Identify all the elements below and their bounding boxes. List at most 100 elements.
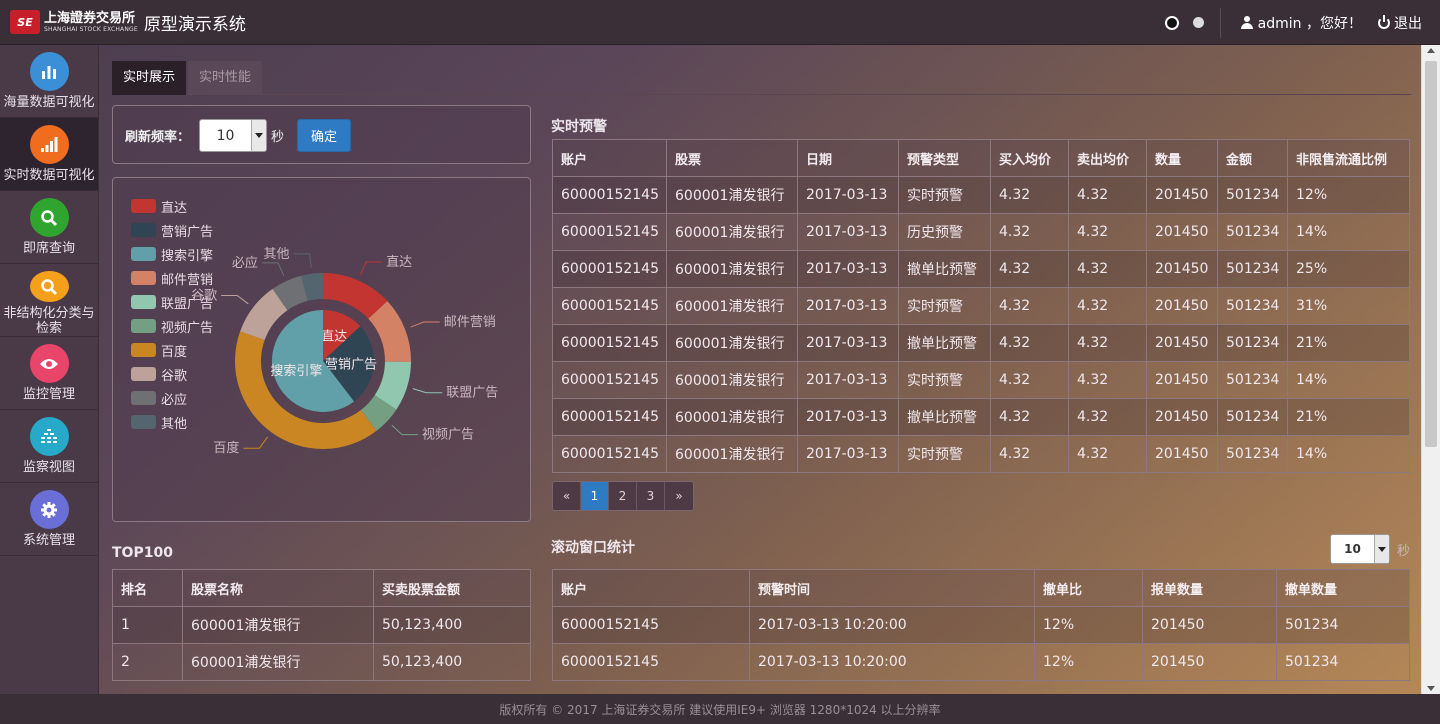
- column-header[interactable]: 账户: [552, 139, 667, 177]
- table-cell: 60000152145: [552, 176, 667, 214]
- table-row[interactable]: 60000152145 600001浦发银行 2017-03-13 实时预警 4.32 4…: [552, 435, 1410, 473]
- table-cell: 4.32: [990, 213, 1069, 251]
- refresh-rate-select[interactable]: 10: [199, 119, 267, 152]
- sidebar-item-label: 即席查询: [22, 241, 75, 256]
- user-icon: [1240, 16, 1253, 29]
- table-cell: 4.32: [990, 435, 1069, 473]
- signal-bars-icon: [29, 125, 69, 164]
- tab-realtime-performance[interactable]: 实时性能: [188, 61, 263, 95]
- column-header[interactable]: 账户: [552, 569, 750, 607]
- refresh-rate-value: 10: [216, 127, 235, 144]
- refresh-unit: 秒: [271, 130, 285, 145]
- column-header[interactable]: 撤单比: [1034, 569, 1143, 607]
- table-row[interactable]: 60000152145 600001浦发银行 2017-03-13 撤单比预警 4.32…: [552, 324, 1410, 362]
- table-cell: 600001浦发银行: [666, 398, 798, 436]
- sidebar-item-label: 海量数据可视化: [3, 95, 95, 110]
- column-header[interactable]: 排名: [112, 569, 183, 607]
- table-cell: 501234: [1217, 435, 1288, 473]
- vertical-scrollbar[interactable]: [1421, 45, 1440, 694]
- sidebar-item-ad-hoc-query[interactable]: 即席查询: [0, 191, 98, 264]
- window-size-value: 10: [1344, 542, 1361, 556]
- table-row[interactable]: 60000152145 2017-03-13 10:20:00 12% 201450 5…: [552, 643, 1410, 681]
- column-header[interactable]: 买入均价: [990, 139, 1069, 177]
- inner-slice-label: 直达: [321, 329, 347, 344]
- table-row[interactable]: 2 600001浦发银行 50,123,400: [112, 643, 531, 681]
- scroll-up-icon[interactable]: [1427, 48, 1435, 53]
- column-header[interactable]: 买卖股票金额: [373, 569, 531, 607]
- user-menu[interactable]: admin ，您好！: [1240, 13, 1362, 33]
- table-cell: 60000152145: [552, 324, 667, 362]
- table-cell: 60000152145: [552, 606, 750, 644]
- outer-slice-label: 直达: [386, 255, 412, 270]
- sidebar-item-system-admin[interactable]: 系统管理: [0, 483, 98, 556]
- pagination-page-2[interactable]: 2: [609, 482, 637, 510]
- table-cell: 14%: [1287, 435, 1410, 473]
- pagination-prev[interactable]: «: [553, 482, 581, 510]
- table-cell: 4.32: [990, 398, 1069, 436]
- inner-slice-label: 搜索引擎: [270, 364, 322, 379]
- table-row[interactable]: 60000152145 600001浦发银行 2017-03-13 实时预警 4.32 4…: [552, 287, 1410, 325]
- table-cell: 600001浦发银行: [666, 361, 798, 399]
- sidebar-item-realtime-viz[interactable]: 实时数据可视化: [0, 118, 98, 191]
- table-cell: 60000152145: [552, 398, 667, 436]
- table-row[interactable]: 60000152145 600001浦发银行 2017-03-13 实时预警 4.32 4…: [552, 361, 1410, 399]
- table-cell: 60000152145: [552, 361, 667, 399]
- eye-icon: [29, 344, 69, 383]
- sidebar-item-mass-data-viz[interactable]: 海量数据可视化: [0, 45, 98, 118]
- column-header[interactable]: 股票: [666, 139, 798, 177]
- table-cell: 600001浦发银行: [666, 176, 798, 214]
- table-cell: 撤单比预警: [898, 250, 991, 288]
- scrollbar-thumb[interactable]: [1425, 61, 1437, 447]
- confirm-button[interactable]: 确定: [297, 119, 351, 152]
- table-cell: 2017-03-13: [797, 435, 899, 473]
- table-cell: 2017-03-13: [797, 287, 899, 325]
- user-greeting: admin ，您好！: [1257, 15, 1362, 32]
- column-header[interactable]: 金额: [1217, 139, 1288, 177]
- column-header[interactable]: 预警类型: [898, 139, 991, 177]
- sse-logo-icon: SE: [10, 10, 40, 34]
- logout-button[interactable]: 退出: [1378, 13, 1422, 33]
- column-header[interactable]: 卖出均价: [1068, 139, 1147, 177]
- table-cell: 4.32: [1068, 250, 1147, 288]
- sidebar-item-surveillance[interactable]: 监察视图: [0, 410, 98, 483]
- column-header[interactable]: 日期: [797, 139, 899, 177]
- table-cell: 2017-03-13: [797, 324, 899, 362]
- table-row[interactable]: 60000152145 600001浦发银行 2017-03-13 撤单比预警 4.32…: [552, 398, 1410, 436]
- table-cell: 501234: [1217, 250, 1288, 288]
- pagination-page-1[interactable]: 1: [581, 482, 609, 510]
- table-cell: 31%: [1287, 287, 1410, 325]
- bar-chart-icon: [29, 52, 69, 91]
- top100-table: 排名 股票名称 买卖股票金额 1 600001浦发银行 50,123,400 2 600…: [112, 569, 531, 681]
- table-row[interactable]: 1 600001浦发银行 50,123,400: [112, 606, 531, 644]
- column-header[interactable]: 股票名称: [182, 569, 374, 607]
- table-row[interactable]: 60000152145 600001浦发银行 2017-03-13 历史预警 4.32 4…: [552, 213, 1410, 251]
- scroll-down-icon[interactable]: [1427, 686, 1435, 691]
- pagination-page-3[interactable]: 3: [637, 482, 665, 510]
- label-leader-line: [360, 261, 383, 276]
- tab-realtime-display[interactable]: 实时展示: [112, 61, 187, 95]
- table-cell: 4.32: [1068, 435, 1147, 473]
- search-icon: [29, 271, 69, 302]
- table-cell: 4.32: [990, 176, 1069, 214]
- pagination-next[interactable]: »: [665, 482, 693, 510]
- table-cell: 600001浦发银行: [666, 435, 798, 473]
- column-header[interactable]: 报单数量: [1142, 569, 1277, 607]
- table-cell: 12%: [1034, 643, 1143, 681]
- table-cell: 60000152145: [552, 287, 667, 325]
- table-row[interactable]: 60000152145 2017-03-13 10:20:00 12% 201450 5…: [552, 606, 1410, 644]
- column-header[interactable]: 数量: [1146, 139, 1218, 177]
- theme-light-toggle[interactable]: [1192, 17, 1204, 28]
- table-row[interactable]: 60000152145 600001浦发银行 2017-03-13 实时预警 4.32 4…: [552, 176, 1410, 214]
- table-cell: 2017-03-13: [797, 361, 899, 399]
- table-row[interactable]: 60000152145 600001浦发银行 2017-03-13 撤单比预警 4.32…: [552, 250, 1410, 288]
- equalizer-icon: [29, 417, 69, 456]
- column-header[interactable]: 预警时间: [749, 569, 1035, 607]
- table-cell: 501234: [1217, 176, 1288, 214]
- column-header[interactable]: 非限售流通比例: [1287, 139, 1410, 177]
- window-size-select[interactable]: 10: [1330, 534, 1390, 564]
- theme-dark-toggle[interactable]: [1164, 15, 1179, 30]
- table-cell: 501234: [1217, 324, 1288, 362]
- sidebar-item-monitoring[interactable]: 监控管理: [0, 337, 98, 410]
- sidebar-item-unstructured-search[interactable]: 非结构化分类与检索: [0, 264, 98, 337]
- column-header[interactable]: 撤单数量: [1276, 569, 1410, 607]
